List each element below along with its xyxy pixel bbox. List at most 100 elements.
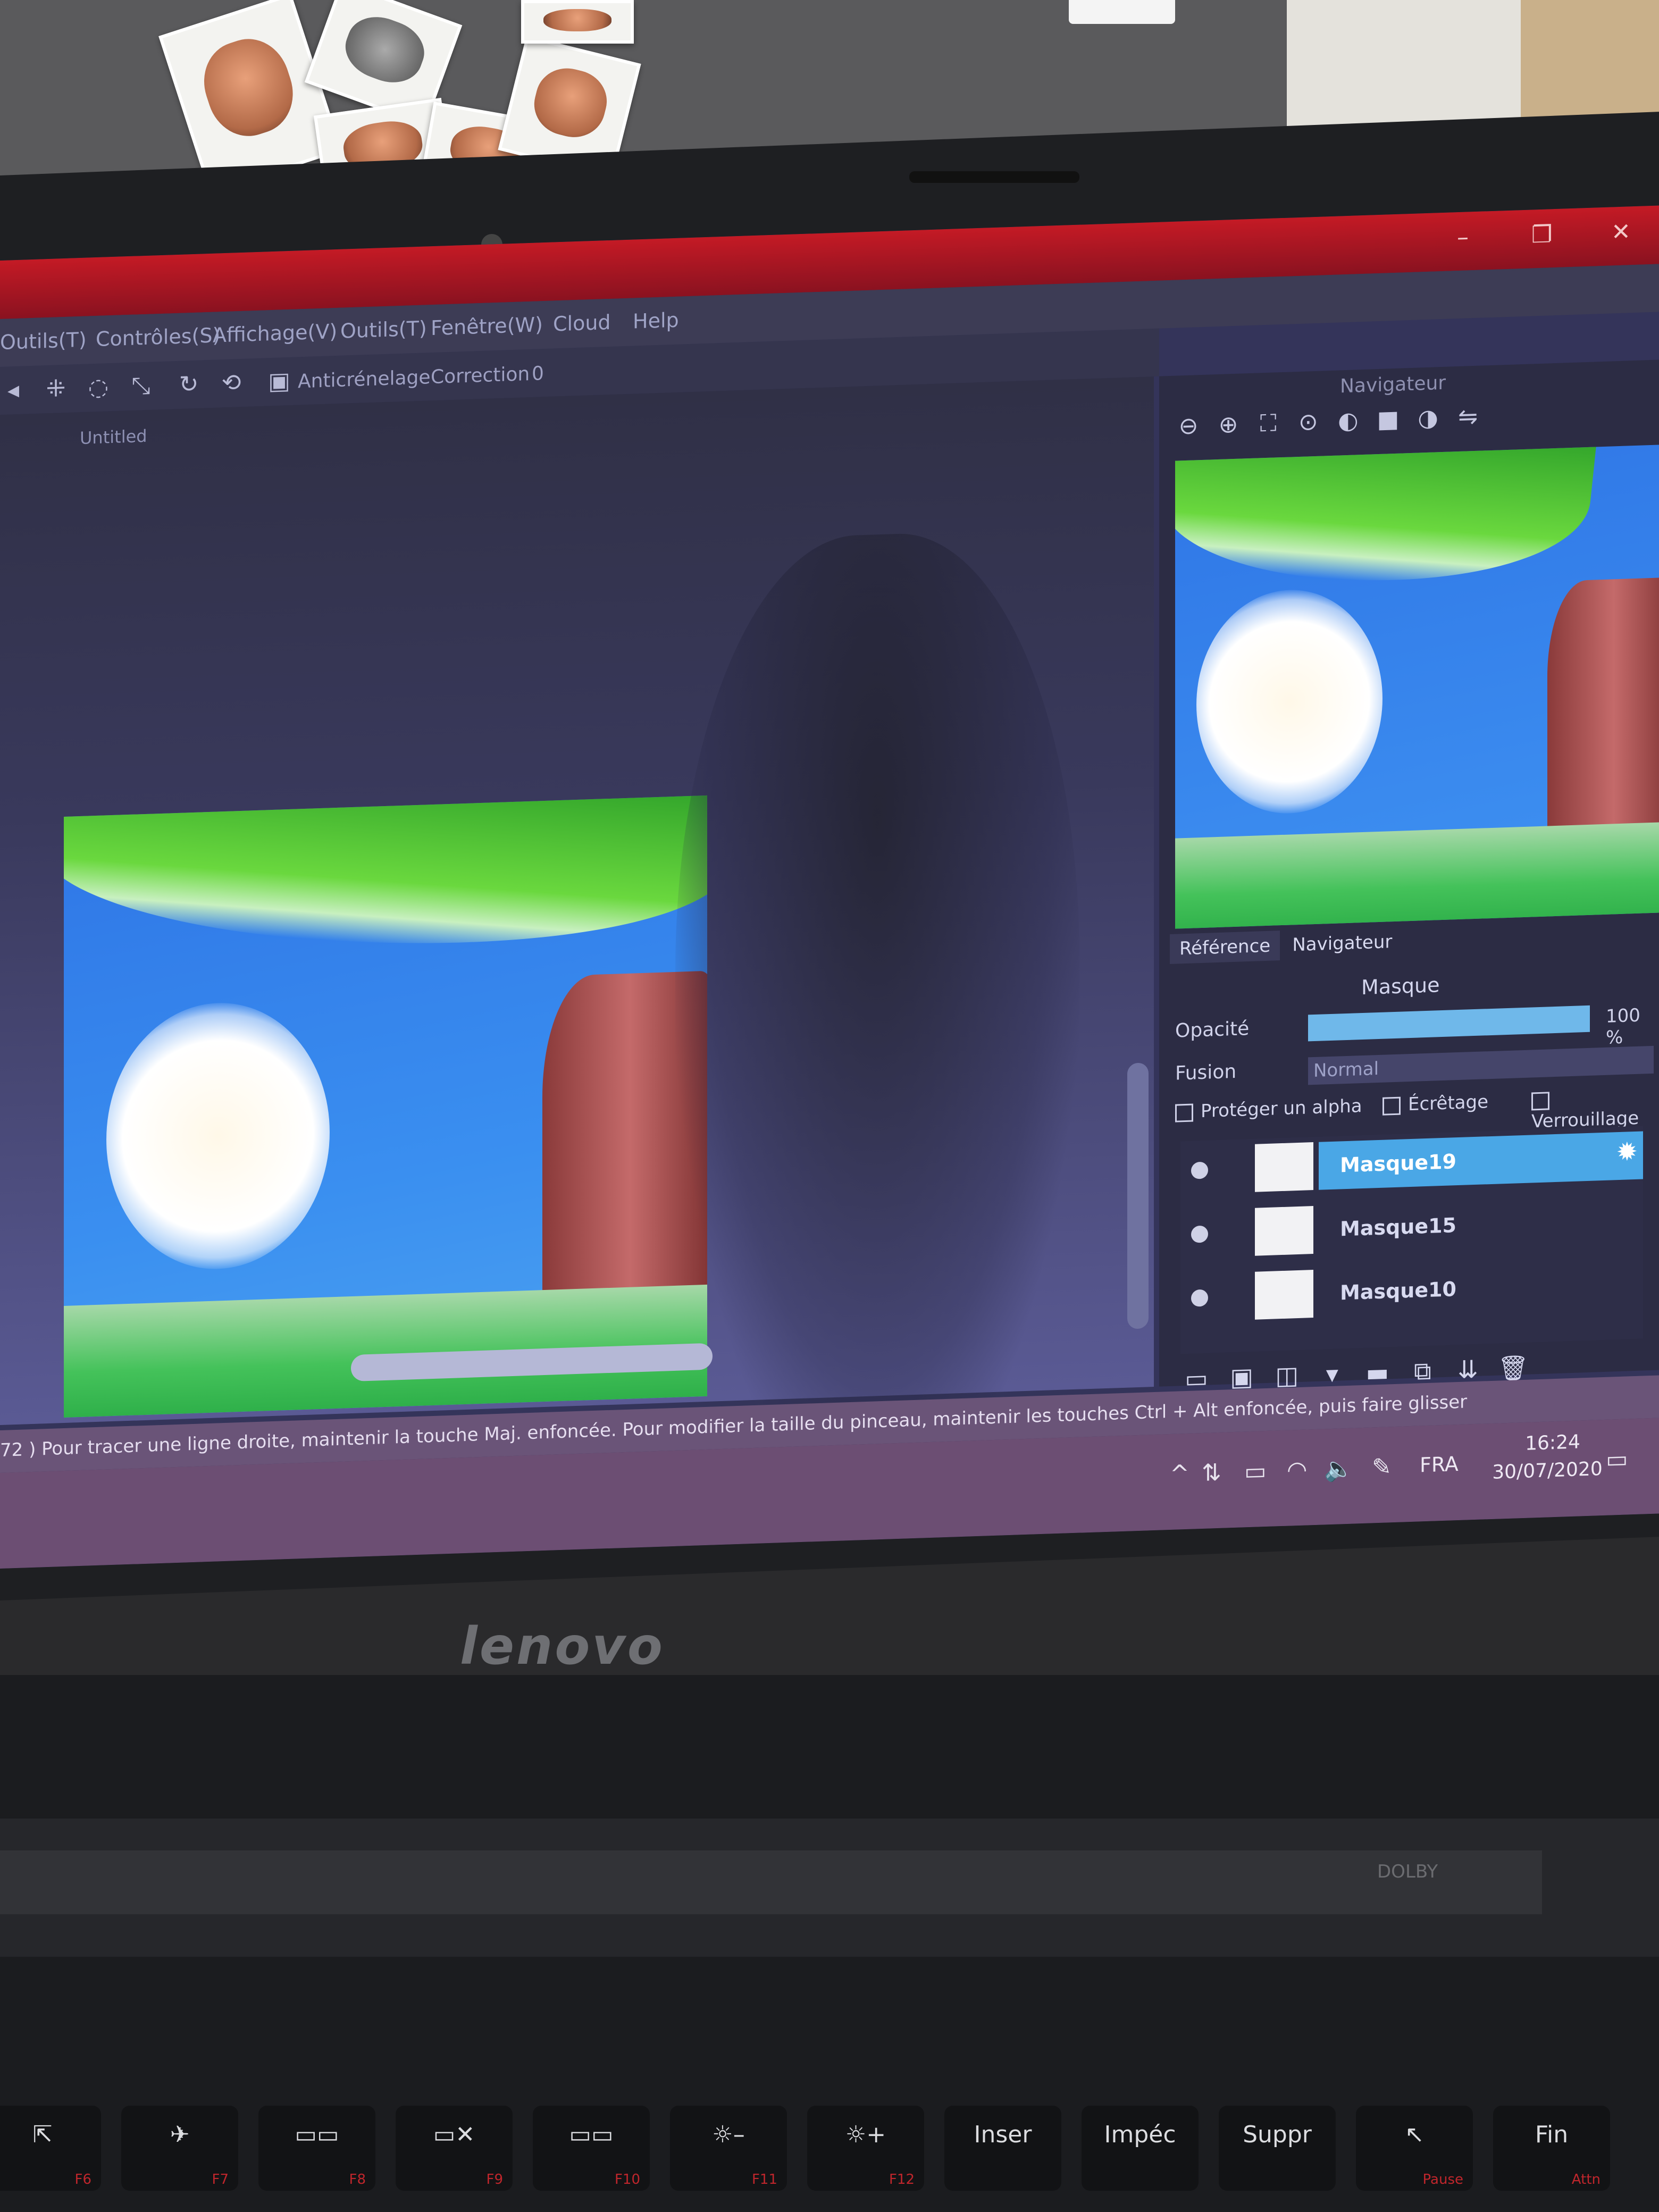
dolby-badge: DOLBY [1377, 1861, 1438, 1882]
checkbox-box[interactable] [1531, 1091, 1549, 1110]
flip-icon[interactable]: ⇋ [1449, 403, 1487, 435]
navigator-toolbar: ⊖ ⊕ ⛶ ⊙ ◐ ■ ◑ ⇋ [1170, 403, 1487, 450]
key-label: Impéc [1104, 2121, 1176, 2148]
layer-name[interactable]: Masque15 [1319, 1195, 1643, 1253]
zoom-actual-icon[interactable]: ⊙ [1289, 408, 1327, 441]
clock-date[interactable]: 30/07/2020 [1484, 1457, 1611, 1484]
keyboard-key[interactable]: ↖ Pause [1356, 2106, 1473, 2191]
tab-reference[interactable]: Référence [1170, 931, 1280, 965]
menu-item[interactable]: Fenêtre(W) [431, 313, 543, 340]
canvas-area[interactable]: Untitled [0, 376, 1154, 1498]
language-indicator[interactable]: FRA [1420, 1452, 1459, 1477]
visibility-eye-icon[interactable] [1191, 1225, 1208, 1243]
key-label: ▭▭ [569, 2121, 614, 2148]
notification-icon[interactable]: ▭ [1606, 1445, 1628, 1473]
clipping-label: Écrêtage [1408, 1091, 1488, 1116]
wall-photo [521, 0, 634, 44]
panel-tabs: Référence Navigateur [1170, 927, 1402, 966]
protect-alpha-label: Protéger un alpha [1201, 1095, 1362, 1122]
key-fn-label: F12 [889, 2172, 915, 2188]
keyboard-key[interactable]: Inser [944, 2106, 1061, 2191]
speaker-grille [0, 1850, 1542, 1914]
network-share-icon[interactable]: ⇅ [1202, 1459, 1221, 1487]
reset-icon[interactable]: ⟲ [218, 369, 245, 397]
battery-icon[interactable]: ▭ [1244, 1457, 1267, 1485]
zoom-out-icon[interactable]: ⊖ [1170, 412, 1207, 445]
lasso-icon[interactable]: ◌ [85, 373, 112, 401]
key-label: ⇱ [32, 2121, 53, 2148]
layer-thumbnail [1255, 1142, 1313, 1192]
keyboard-key[interactable]: Impéc [1082, 2106, 1199, 2191]
layer-name[interactable]: Masque19 [1319, 1131, 1643, 1190]
layer-row[interactable]: Masque10 [1180, 1253, 1643, 1327]
checkbox-box[interactable] [1382, 1096, 1401, 1116]
tab-navigator[interactable]: Navigateur [1283, 927, 1402, 960]
layer-name[interactable]: Masque10 [1319, 1259, 1643, 1317]
menu-item[interactable]: Contrôles(S) [96, 323, 220, 351]
menu-item[interactable]: Outils(T) [0, 328, 87, 354]
chevron-up-icon[interactable]: ^ [1170, 1460, 1189, 1488]
clipping-checkbox[interactable]: Écrêtage [1382, 1091, 1488, 1116]
rotate-icon[interactable]: ↻ [175, 371, 202, 398]
zoom-in-icon[interactable]: ⊕ [1210, 410, 1247, 443]
key-label: ✈ [170, 2121, 190, 2148]
keyboard-key[interactable]: Suppr [1219, 2106, 1336, 2191]
key-fn-label: F9 [486, 2172, 504, 2188]
key-fn-label: F10 [614, 2172, 640, 2188]
antialias-checkbox-icon[interactable]: ▣ [266, 367, 292, 396]
keyboard-key[interactable]: ▭▭ F10 [533, 2106, 650, 2191]
menu-item[interactable]: Outils(T) [340, 316, 427, 342]
pen-icon[interactable]: ✎ [1372, 1453, 1392, 1481]
gear-icon[interactable]: ✹ [1616, 1137, 1638, 1167]
drawing-canvas[interactable] [64, 795, 707, 1418]
key-label: Fin [1535, 2121, 1569, 2148]
menu-item[interactable]: Help [633, 308, 679, 333]
key-fn-label: Pause [1422, 2172, 1463, 2188]
keyboard-key[interactable]: Fin Attn [1493, 2106, 1610, 2191]
layer-thumbnail [1255, 1270, 1313, 1320]
navigator-title: Navigateur [1340, 372, 1446, 398]
keyboard-key[interactable]: ▭▭ F8 [258, 2106, 375, 2191]
lock-checkbox[interactable]: Verrouillage [1531, 1085, 1659, 1132]
transform-icon[interactable]: ⤡ [128, 372, 154, 400]
keyboard-key[interactable]: ☼– F11 [670, 2106, 787, 2191]
correction-value[interactable]: 0 [532, 363, 544, 385]
keyboard-key[interactable]: ⇱ F6 [0, 2106, 101, 2191]
volume-icon[interactable]: 🔈 [1324, 1455, 1353, 1484]
keyboard-function-row: ⇱ F6 ✈ F7 ▭▭ F8 ▭✕ F9 ▭▭ F10 ☼– F11 ☼+ F12 Inser Impéc S… [0, 2106, 1659, 2212]
keyboard-key[interactable]: ✈ F7 [121, 2106, 238, 2191]
wifi-icon[interactable]: ◠ [1287, 1456, 1307, 1484]
clock-time[interactable]: 16:24 [1499, 1430, 1606, 1456]
close-button[interactable]: ✕ [1611, 218, 1631, 246]
selection-icon[interactable]: ◂ [0, 376, 27, 404]
checkbox-box[interactable] [1175, 1103, 1193, 1122]
document-tab[interactable]: Untitled [80, 426, 147, 448]
preview-grass [1175, 822, 1659, 929]
reset-view-icon[interactable]: ■ [1369, 405, 1406, 438]
screen-reflection [675, 527, 1079, 1498]
opacity-label: Opacité [1175, 1018, 1250, 1042]
layer-row[interactable]: Masque19 ✹ [1180, 1126, 1643, 1200]
fit-screen-icon[interactable]: ⛶ [1250, 409, 1287, 442]
menu-item[interactable]: Cloud [553, 311, 611, 336]
keyboard-key[interactable]: ☼+ F12 [807, 2106, 924, 2191]
rotate-left-icon[interactable]: ◐ [1329, 407, 1367, 440]
protect-alpha-checkbox[interactable]: Protéger un alpha [1175, 1095, 1362, 1123]
keyboard-key[interactable]: ▭✕ F9 [396, 2106, 513, 2191]
visibility-eye-icon[interactable] [1191, 1289, 1208, 1307]
marquee-icon[interactable]: ⁜ [43, 375, 69, 403]
opacity-slider[interactable] [1308, 1005, 1590, 1042]
rotate-right-icon[interactable]: ◑ [1410, 404, 1447, 437]
visibility-eye-icon[interactable] [1191, 1161, 1208, 1179]
minimize-button[interactable]: – [1457, 223, 1469, 251]
laptop-hinge-notch [909, 171, 1079, 183]
key-label: ▭▭ [295, 2121, 339, 2148]
key-fn-label: Attn [1571, 2172, 1601, 2188]
navigator-preview[interactable] [1175, 445, 1659, 929]
blend-mode-select[interactable]: Normal [1308, 1045, 1654, 1085]
preview-sun [1196, 586, 1382, 817]
vertical-scrollbar[interactable] [1127, 1062, 1149, 1329]
restore-button[interactable]: ❐ [1531, 221, 1552, 248]
menu-item[interactable]: Affichage(V) [213, 320, 337, 347]
layer-row[interactable]: Masque15 [1180, 1189, 1643, 1263]
